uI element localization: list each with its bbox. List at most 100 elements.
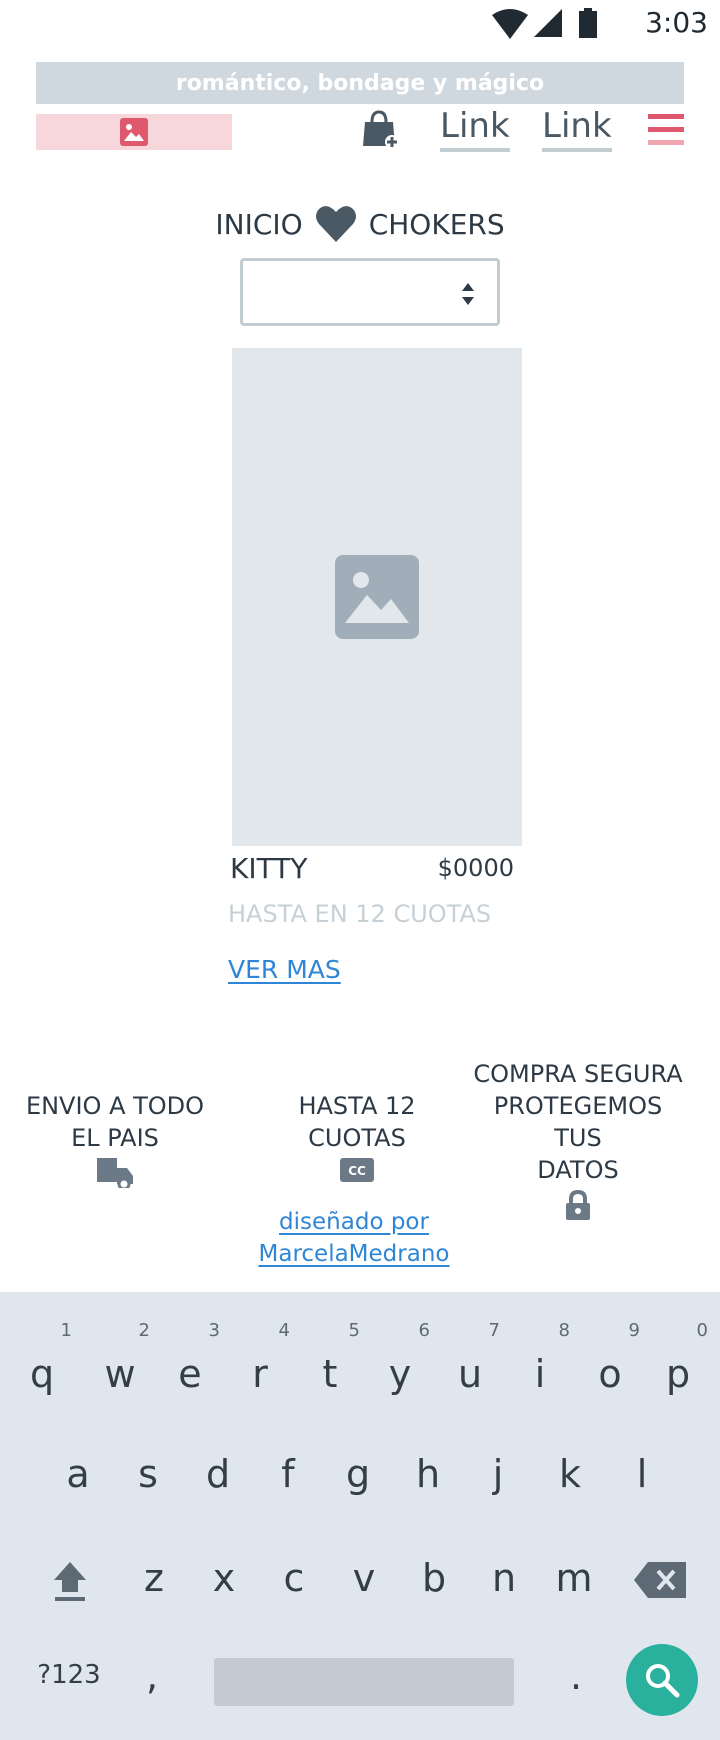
key-q[interactable]: 1q (6, 1320, 78, 1396)
image-placeholder-icon (335, 555, 419, 639)
key-m[interactable]: m (538, 1556, 610, 1600)
delivery-truck-icon (97, 1158, 133, 1188)
key-n[interactable]: n (468, 1556, 540, 1600)
key-hint: 7 (488, 1320, 500, 1341)
key-period[interactable]: . (540, 1654, 612, 1698)
key-hint: 0 (696, 1320, 708, 1341)
signal-icon (534, 9, 562, 37)
key-comma[interactable]: , (116, 1654, 188, 1698)
feature-secure-line3: DATOS (537, 1156, 619, 1184)
key-label: x (212, 1556, 236, 1600)
key-l[interactable]: l (606, 1452, 678, 1496)
key-k[interactable]: k (534, 1452, 606, 1496)
key-label: b (421, 1556, 447, 1600)
key-r[interactable]: 4r (224, 1320, 296, 1396)
key-label: o (598, 1352, 622, 1396)
key-label: i (534, 1352, 546, 1396)
key-a[interactable]: a (42, 1452, 114, 1496)
key-hint: 5 (348, 1320, 360, 1341)
key-label: m (555, 1556, 593, 1600)
key-j[interactable]: j (462, 1452, 534, 1496)
feature-shipping-line2: EL PAIS (71, 1124, 159, 1152)
soft-keyboard: 1q 2w 3e 4r 5t 6y 7u 8i 9o 0p a s d f g … (0, 1292, 720, 1740)
key-g[interactable]: g (322, 1452, 394, 1496)
feature-secure-line1: COMPRA SEGURA (473, 1060, 683, 1088)
feature-shipping: ENVIO A TODO EL PAIS (20, 1090, 210, 1188)
key-label: j (492, 1452, 504, 1496)
key-v[interactable]: v (328, 1556, 400, 1600)
breadcrumb-current: CHOKERS (368, 207, 505, 241)
backspace-icon[interactable] (634, 1562, 686, 1598)
key-h[interactable]: h (392, 1452, 464, 1496)
key-u[interactable]: 7u (434, 1320, 506, 1396)
shift-icon[interactable] (52, 1560, 88, 1602)
feature-installments: HASTA 12 CUOTAS CC (262, 1090, 452, 1182)
key-symbols[interactable]: ?123 (30, 1660, 108, 1690)
wifi-icon (492, 9, 528, 39)
key-label: f (281, 1452, 295, 1496)
key-label: p (665, 1352, 691, 1396)
key-d[interactable]: d (182, 1452, 254, 1496)
key-label: , (145, 1654, 159, 1698)
search-icon (646, 1664, 680, 1698)
key-label: . (569, 1654, 583, 1698)
key-label: h (415, 1452, 441, 1496)
key-y[interactable]: 6y (364, 1320, 436, 1396)
ver-mas-link[interactable]: VER MAS (228, 955, 341, 984)
key-label: a (66, 1452, 90, 1496)
key-label: ?123 (37, 1660, 101, 1690)
feature-installments-line2: CUOTAS (308, 1124, 406, 1152)
key-label: e (178, 1352, 202, 1396)
key-i[interactable]: 8i (504, 1320, 576, 1396)
key-w[interactable]: 2w (84, 1320, 156, 1396)
key-label: v (352, 1556, 376, 1600)
key-hint: 1 (60, 1320, 72, 1341)
breadcrumb-home[interactable]: INICIO (215, 208, 302, 241)
feature-shipping-line1: ENVIO A TODO (25, 1092, 205, 1120)
key-hint: 8 (558, 1320, 570, 1341)
key-s[interactable]: s (112, 1452, 184, 1496)
key-o[interactable]: 9o (574, 1320, 646, 1396)
key-b[interactable]: b (398, 1556, 470, 1600)
feature-secure: COMPRA SEGURA PROTEGEMOS TUS DATOS (468, 1058, 688, 1220)
key-t[interactable]: 5t (294, 1320, 366, 1396)
breadcrumb: INICIO CHOKERS (0, 200, 720, 248)
hamburger-menu-icon[interactable] (648, 112, 684, 148)
sort-select[interactable] (240, 258, 500, 326)
select-arrows-icon (462, 283, 474, 305)
key-c[interactable]: c (258, 1556, 330, 1600)
designer-credit-link[interactable]: diseñado por MarcelaMedrano (250, 1206, 458, 1270)
key-e[interactable]: 3e (154, 1320, 226, 1396)
product-price: $0000 (437, 854, 514, 882)
key-z[interactable]: z (118, 1556, 190, 1600)
spacebar[interactable] (214, 1658, 514, 1706)
product-name[interactable]: KITTY (230, 852, 307, 885)
logo[interactable] (36, 114, 232, 150)
key-hint: 3 (208, 1320, 220, 1341)
keyboard-search-button[interactable] (626, 1644, 698, 1716)
status-bar: 3:03 (0, 0, 720, 48)
key-label: w (104, 1352, 136, 1396)
key-label: q (29, 1352, 55, 1396)
nav-link-2[interactable]: Link (542, 106, 612, 152)
key-hint: 6 (418, 1320, 430, 1341)
key-x[interactable]: x (188, 1556, 260, 1600)
key-label: k (558, 1452, 581, 1496)
designer-line1: diseñado por (279, 1209, 429, 1235)
key-label: d (205, 1452, 231, 1496)
key-hint: 9 (628, 1320, 640, 1341)
battery-icon (579, 8, 597, 38)
promo-banner: romántico, bondage y mágico (36, 62, 684, 104)
shopping-bag-add-icon[interactable] (360, 110, 400, 150)
key-f[interactable]: f (252, 1452, 324, 1496)
status-time: 3:03 (645, 6, 708, 39)
key-label: u (457, 1352, 483, 1396)
key-label: z (144, 1556, 164, 1600)
key-hint: 4 (278, 1320, 290, 1341)
key-label: s (138, 1452, 158, 1496)
nav-link-1[interactable]: Link (440, 106, 510, 152)
feature-installments-line1: HASTA 12 (298, 1092, 416, 1120)
key-p[interactable]: 0p (642, 1320, 714, 1396)
product-image[interactable] (232, 348, 522, 846)
product-installments: HASTA EN 12 CUOTAS (228, 900, 492, 928)
